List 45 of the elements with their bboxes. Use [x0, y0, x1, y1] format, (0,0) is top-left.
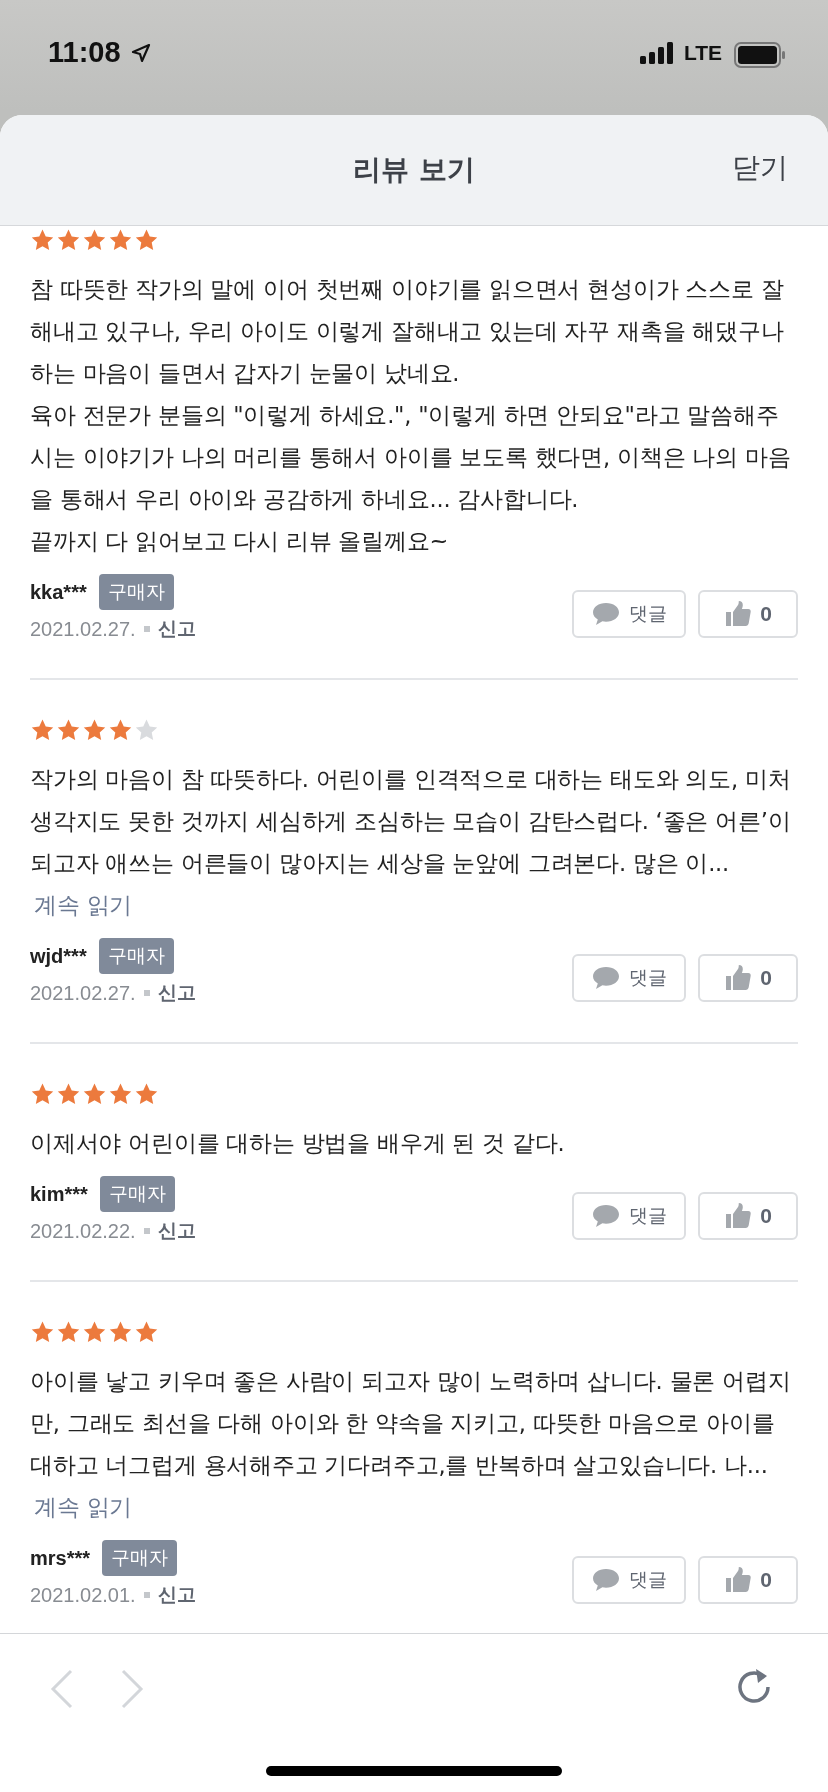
like-button[interactable]: 0 [698, 1192, 798, 1240]
thumbs-up-icon [724, 600, 753, 628]
comment-button[interactable]: 댓글 [572, 1556, 686, 1604]
network-label: LTE [683, 41, 722, 65]
review-text: 참 따뜻한 작가의 말에 이어 첫번째 이야기를 읽으면서 현성이가 스스로 잘해내고 있구나, 우리 아이도 이렇게 잘해내고 있는데 자꾸 재촉을 해댔구나 하는 마음이 들면서 갑자기 눈물이 났네요. 육아 전문가 분들의 "이렇게 하세요.", "이렇게 하면 안되요"라고 말씀해주시는 이야기가 나의 머리를 통해서 아이를 보도록 했다면, 이책은 나의 마음을 통해서 우리 아이와 공감하게 하네요... 감사합니다. 끝까지 다 읽어보고 다시 리뷰 올릴께요~ [30, 275, 792, 556]
buyer-badge: 구매자 [98, 938, 174, 974]
sheet-title: 리뷰 보기 [353, 152, 475, 188]
reviewer-name: kka*** [30, 580, 87, 604]
battery-icon [734, 42, 786, 68]
signal-icon [639, 42, 676, 64]
speech-bubble-icon [591, 1567, 621, 1593]
like-button[interactable]: 0 [698, 954, 798, 1002]
read-more-link[interactable]: 계속 읽기 [34, 1494, 133, 1520]
buyer-badge: 구매자 [99, 1176, 175, 1212]
like-button[interactable]: 0 [698, 590, 798, 638]
like-button[interactable]: 0 [698, 1556, 798, 1604]
review-text: 이제서야 어린이를 대하는 방법을 배우게 된 것 같다. [30, 1129, 566, 1158]
report-link[interactable]: 신고 [157, 980, 196, 1006]
thumbs-up-icon [724, 1566, 753, 1594]
buyer-badge: 구매자 [102, 1540, 178, 1576]
comment-button[interactable]: 댓글 [572, 1192, 686, 1240]
close-button[interactable]: 닫기 [732, 145, 788, 191]
thumbs-up-icon [724, 964, 753, 992]
report-link[interactable]: 신고 [157, 1218, 196, 1244]
speech-bubble-icon [591, 601, 621, 627]
reviewer-name: mrs*** [30, 1546, 91, 1570]
thumbs-up-icon [724, 1202, 753, 1230]
reviewer-name: kim*** [30, 1182, 88, 1206]
review-date: 2021.02.27. [30, 981, 136, 1005]
read-more-link[interactable]: 계속 읽기 [34, 892, 133, 918]
report-link[interactable]: 신고 [157, 1582, 196, 1608]
review-text: 아이를 낳고 키우며 좋은 사람이 되고자 많이 노력하며 삽니다. 물론 어렵지만, 그래도 최선을 다해 아이와 한 약속을 지키고, 따뜻한 마음으로 아이를 대하고 너그럽게 용서해주고 기다려주고,를 반복하며 살고있습니다. 나... 계속 읽기 [30, 1367, 792, 1522]
review-date: 2021.02.27. [30, 617, 136, 641]
buyer-badge: 구매자 [98, 574, 174, 610]
review-date: 2021.02.01. [30, 1583, 136, 1607]
comment-button[interactable]: 댓글 [572, 954, 686, 1002]
speech-bubble-icon [591, 1203, 621, 1229]
review-date: 2021.02.22. [30, 1219, 136, 1243]
review-text: 작가의 마음이 참 따뜻하다. 어린이를 인격적으로 대하는 태도와 의도, 미처 생각지도 못한 것까지 세심하게 조심하는 모습이 감탄스럽다. ‘좋은 어른’이 되고자 애쓰는 어른들이 많아지는 세상을 눈앞에 그려본다. 많은 이... 계속 읽기 [30, 765, 792, 920]
location-arrow-icon [130, 43, 151, 63]
status-time: 11:08 [48, 36, 121, 69]
reviewer-name: wjd*** [30, 944, 87, 968]
comment-button[interactable]: 댓글 [572, 590, 686, 638]
speech-bubble-icon [591, 965, 621, 991]
report-link[interactable]: 신고 [157, 616, 196, 642]
